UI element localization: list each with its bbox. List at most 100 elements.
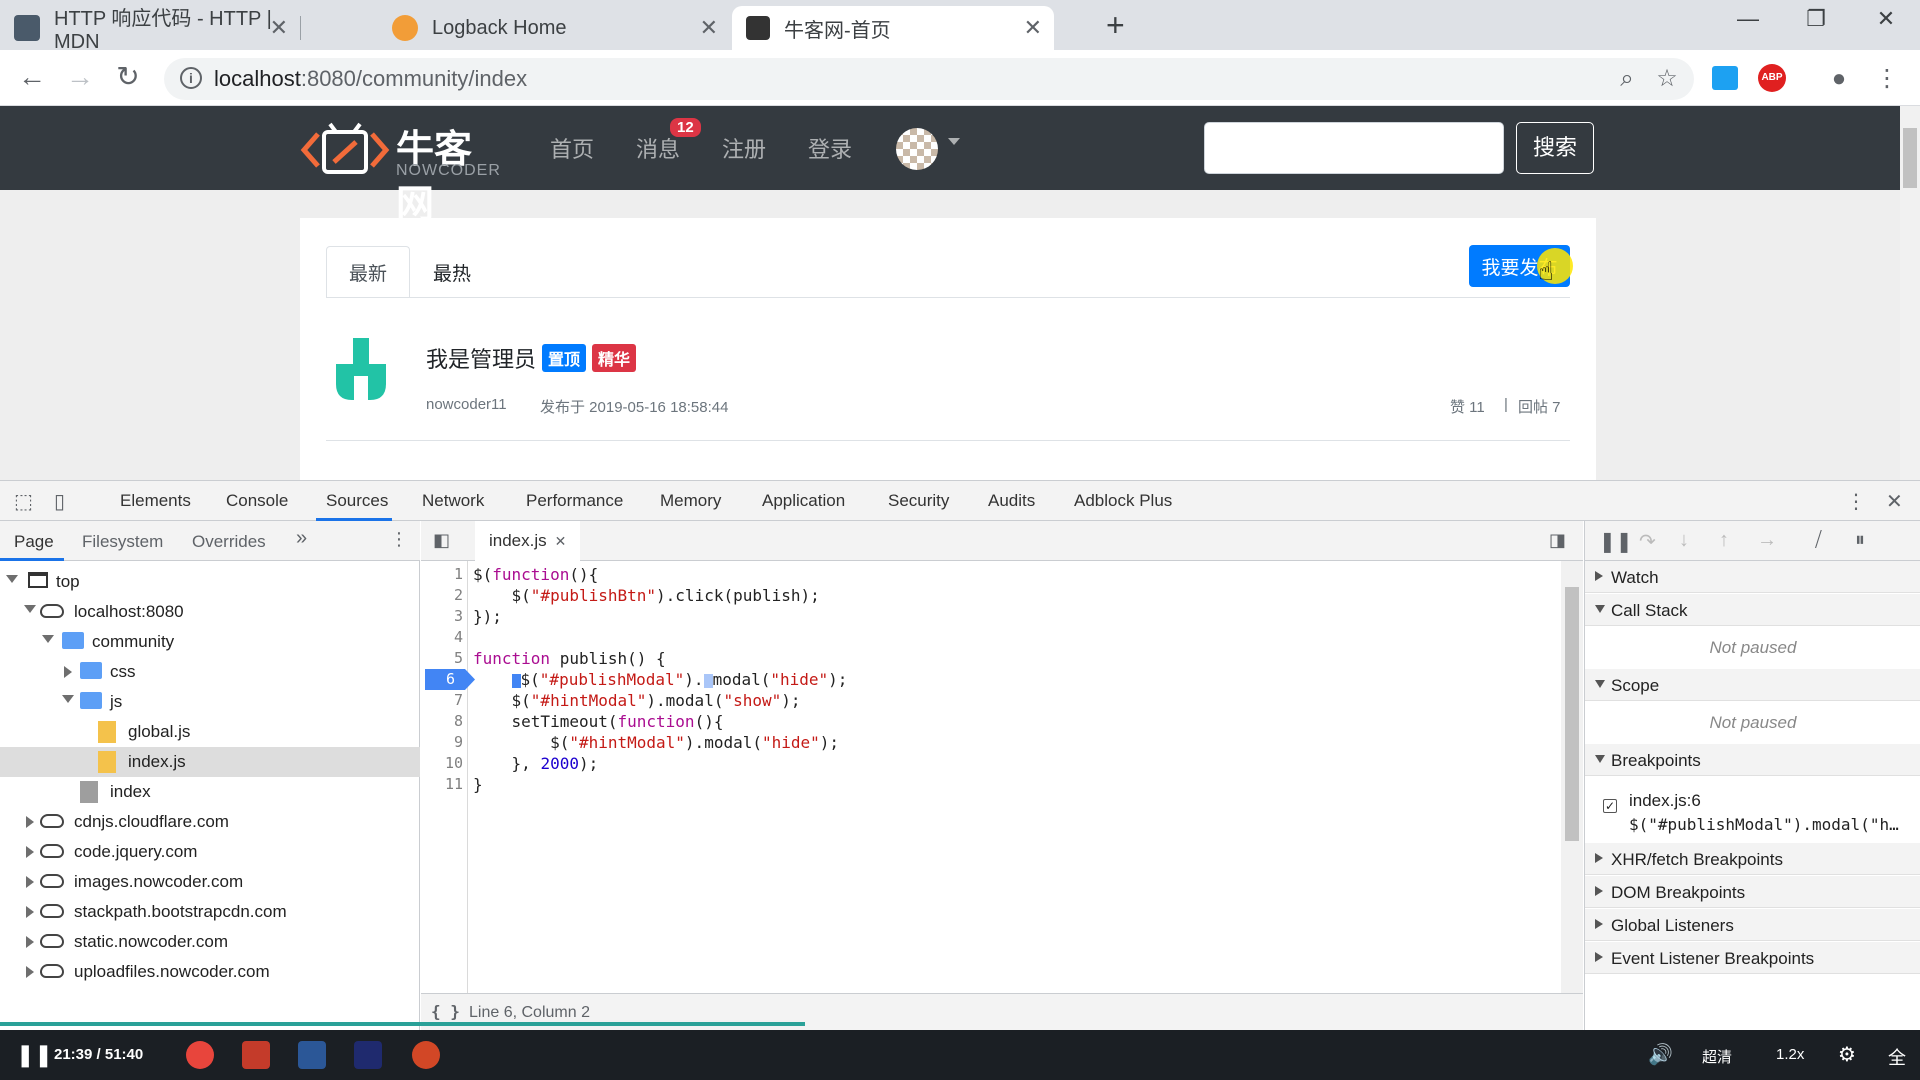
- url-text[interactable]: localhost:8080/community/index: [214, 66, 527, 92]
- scrollbar-thumb[interactable]: [1565, 587, 1579, 841]
- expand-arrow-icon[interactable]: [1595, 952, 1603, 962]
- breakpoint-line-number[interactable]: 6: [446, 669, 455, 690]
- tree-item-domain[interactable]: uploadfiles.nowcoder.com: [0, 957, 420, 987]
- inline-breakpoint-icon[interactable]: [511, 673, 521, 688]
- devtools-tab-console[interactable]: Console: [226, 491, 288, 511]
- volume-icon[interactable]: 🔊: [1648, 1042, 1673, 1067]
- breakpoint-checkbox[interactable]: ✓: [1603, 799, 1617, 813]
- close-icon[interactable]: ✕: [700, 15, 718, 41]
- expand-arrow-icon[interactable]: [1595, 680, 1605, 688]
- zoom-icon[interactable]: ⌕: [1612, 64, 1642, 94]
- source-code[interactable]: $(function(){ $("#publishBtn").click(pub…: [473, 561, 1563, 993]
- expand-arrow-icon[interactable]: [42, 635, 54, 643]
- section-watch[interactable]: Watch: [1585, 561, 1920, 593]
- expand-arrow-icon[interactable]: [62, 695, 74, 703]
- line-number[interactable]: 10: [445, 753, 463, 774]
- tab-mdn[interactable]: HTTP 响应代码 - HTTP | MDN ✕: [0, 6, 300, 53]
- address-bar[interactable]: i localhost:8080/community/index ⌕ ☆: [164, 58, 1694, 100]
- navigator-menu-icon[interactable]: ⋮: [390, 529, 408, 550]
- line-number[interactable]: 8: [454, 711, 463, 732]
- devtools-close-icon[interactable]: ✕: [1886, 489, 1903, 514]
- tree-item-domain[interactable]: stackpath.bootstrapcdn.com: [0, 897, 420, 927]
- powerpoint-app-icon[interactable]: [412, 1041, 440, 1069]
- navigator-tab-filesystem[interactable]: Filesystem: [82, 532, 163, 552]
- tree-item-domain[interactable]: cdnjs.cloudflare.com: [0, 807, 420, 837]
- video-progress-bar[interactable]: [0, 1022, 805, 1026]
- chrome-app-icon[interactable]: [186, 1041, 214, 1069]
- devtools-menu-icon[interactable]: ⋮: [1846, 489, 1866, 514]
- devtools-tab-application[interactable]: Application: [762, 491, 845, 511]
- telegram-extension-icon[interactable]: [1712, 66, 1738, 90]
- tab-hot[interactable]: 最热: [410, 246, 494, 298]
- page-scrollbar[interactable]: [1900, 106, 1920, 480]
- expand-arrow-icon[interactable]: [26, 966, 34, 978]
- tree-item-community[interactable]: community: [0, 627, 420, 657]
- fullscreen-button[interactable]: 全: [1888, 1044, 1906, 1070]
- step-into-icon[interactable]: ↓: [1679, 529, 1689, 552]
- bookmark-star-icon[interactable]: ☆: [1652, 64, 1682, 94]
- quality-selector[interactable]: 超清: [1702, 1046, 1732, 1067]
- expand-arrow-icon[interactable]: [1595, 571, 1603, 581]
- minimize-button[interactable]: —: [1728, 6, 1768, 32]
- expand-arrow-icon[interactable]: [1595, 853, 1603, 863]
- expand-arrow-icon[interactable]: [1595, 886, 1603, 896]
- editor-file-tab[interactable]: index.js ✕: [475, 521, 581, 561]
- expand-arrow-icon[interactable]: [64, 666, 72, 678]
- line-number[interactable]: 11: [445, 774, 463, 795]
- devtools-tab-performance[interactable]: Performance: [526, 491, 623, 511]
- menu-kebab-icon[interactable]: ⋮: [1872, 64, 1902, 94]
- account-icon[interactable]: ●: [1824, 64, 1854, 94]
- section-xhr-breakpoints[interactable]: XHR/fetch Breakpoints: [1585, 843, 1920, 875]
- devtools-tab-elements[interactable]: Elements: [120, 491, 191, 511]
- line-number[interactable]: 7: [454, 690, 463, 711]
- nav-link-messages[interactable]: 消息: [636, 132, 680, 164]
- close-icon[interactable]: ✕: [270, 15, 288, 41]
- pause-on-exceptions-icon[interactable]: ⏸: [1855, 529, 1865, 552]
- tree-item-index[interactable]: index: [0, 777, 420, 807]
- device-toolbar-icon[interactable]: ▯: [54, 489, 65, 514]
- adblock-extension-icon[interactable]: ABP: [1758, 64, 1786, 92]
- close-icon[interactable]: ✕: [1024, 15, 1042, 41]
- speed-selector[interactable]: 1.2x: [1776, 1046, 1804, 1063]
- tree-item-css[interactable]: css: [0, 657, 420, 687]
- post-author[interactable]: nowcoder11: [426, 396, 507, 413]
- section-event-listener-breakpoints[interactable]: Event Listener Breakpoints: [1585, 942, 1920, 974]
- section-call-stack[interactable]: Call Stack: [1585, 594, 1920, 626]
- pretty-print-icon[interactable]: { }: [431, 1002, 460, 1021]
- breakpoint-entry[interactable]: ✓ index.js:6 $("#publishModal").modal("h…: [1585, 777, 1920, 843]
- expand-arrow-icon[interactable]: [6, 575, 18, 583]
- post-author-avatar[interactable]: [326, 336, 396, 406]
- nav-link-login[interactable]: 登录: [808, 132, 852, 164]
- reload-icon[interactable]: ↻: [108, 60, 148, 94]
- user-avatar[interactable]: [896, 128, 938, 170]
- toggle-navigator-icon[interactable]: ◧: [433, 530, 450, 551]
- inline-breakpoint-icon[interactable]: [703, 673, 713, 688]
- inspect-element-icon[interactable]: ⬚: [14, 489, 33, 514]
- tab-latest[interactable]: 最新: [326, 246, 410, 298]
- back-arrow-icon[interactable]: ←: [12, 60, 52, 94]
- pause-icon[interactable]: ❚❚: [16, 1042, 53, 1068]
- site-logo[interactable]: 牛客网 NOWCODER: [300, 118, 500, 226]
- chevron-down-icon[interactable]: [948, 138, 960, 145]
- app-icon[interactable]: [242, 1041, 270, 1069]
- tree-item-domain[interactable]: code.jquery.com: [0, 837, 420, 867]
- devtools-tab-security[interactable]: Security: [888, 491, 949, 511]
- expand-arrow-icon[interactable]: [26, 906, 34, 918]
- scrollbar-thumb[interactable]: [1903, 128, 1917, 188]
- post-likes[interactable]: 赞 11: [1450, 396, 1485, 417]
- site-search-button[interactable]: 搜索: [1516, 122, 1594, 174]
- step-over-icon[interactable]: ↷: [1639, 529, 1656, 554]
- section-global-listeners[interactable]: Global Listeners: [1585, 909, 1920, 941]
- navigator-tab-page[interactable]: Page: [14, 532, 54, 552]
- tree-item-domain[interactable]: images.nowcoder.com: [0, 867, 420, 897]
- site-search-input[interactable]: [1204, 122, 1504, 174]
- devtools-tab-adblock[interactable]: Adblock Plus: [1074, 491, 1172, 511]
- line-number[interactable]: 3: [454, 606, 463, 627]
- more-tabs-icon[interactable]: »: [296, 527, 307, 550]
- expand-arrow-icon[interactable]: [26, 936, 34, 948]
- tree-item-host[interactable]: localhost:8080: [0, 597, 420, 627]
- line-number[interactable]: 4: [454, 627, 463, 648]
- expand-arrow-icon[interactable]: [1595, 755, 1605, 763]
- tree-item-top[interactable]: top: [0, 567, 420, 597]
- line-number[interactable]: 5: [454, 648, 463, 669]
